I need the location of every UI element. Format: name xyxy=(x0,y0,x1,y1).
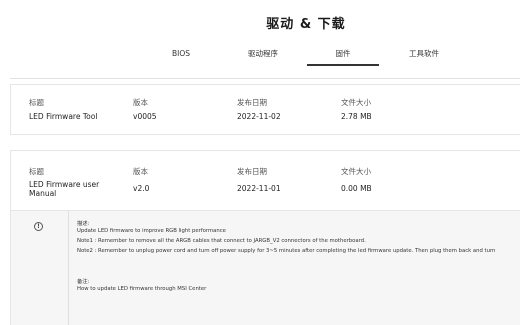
description-line: Note2 : Remember to unplug power cord an… xyxy=(77,248,496,254)
detail-divider xyxy=(68,211,69,325)
tab-utilities[interactable]: 工具软件 xyxy=(396,46,452,66)
download-card: 标题 版本 发布日期 文件大小 LED Firmware user Manual… xyxy=(10,150,520,325)
title-column-label: 标题 xyxy=(29,167,44,176)
item-title-line: LED Firmware user xyxy=(29,180,100,189)
date-column-label: 发布日期 xyxy=(237,167,267,176)
item-title-line: Manual xyxy=(29,189,57,198)
item-version: v0005 xyxy=(133,112,157,121)
tab-drivers[interactable]: 驱动程序 xyxy=(236,46,290,66)
tab-bios[interactable]: BIOS xyxy=(160,46,202,66)
tab-firmware[interactable]: 固件 xyxy=(307,46,379,66)
title-column-label: 标题 xyxy=(29,98,44,107)
item-release-date: 2022-11-02 xyxy=(237,112,281,121)
notes-text: How to update LED firmware through MSI C… xyxy=(77,286,207,292)
size-column-label: 文件大小 xyxy=(341,167,371,176)
download-card: 标题 版本 发布日期 文件大小 LED Firmware Tool v0005 … xyxy=(10,84,520,135)
date-column-label: 发布日期 xyxy=(237,98,267,107)
item-title: LED Firmware Tool xyxy=(29,112,98,121)
item-file-size: 0.00 MB xyxy=(341,184,372,193)
tab-bar: BIOS 驱动程序 固件 工具软件 xyxy=(0,46,520,66)
version-column-label: 版本 xyxy=(133,167,148,176)
description-label: 描述: xyxy=(77,221,90,227)
page-title: 驱动 & 下载 xyxy=(266,17,346,32)
item-version: v2.0 xyxy=(133,184,150,193)
version-column-label: 版本 xyxy=(133,98,148,107)
tabs-divider xyxy=(10,78,520,79)
item-file-size: 2.78 MB xyxy=(341,112,372,121)
description-line: Update LED firmware to improve RGB light… xyxy=(77,228,226,234)
notes-label: 备注: xyxy=(77,279,90,285)
description-line: Note1 : Remember to remove all the ARGB … xyxy=(77,238,366,244)
item-release-date: 2022-11-01 xyxy=(237,184,281,193)
size-column-label: 文件大小 xyxy=(341,98,371,107)
info-icon: ! xyxy=(34,222,43,231)
detail-panel: ! 描述: Update LED firmware to improve RGB… xyxy=(11,210,520,325)
item-title: LED Firmware user Manual xyxy=(29,180,99,198)
